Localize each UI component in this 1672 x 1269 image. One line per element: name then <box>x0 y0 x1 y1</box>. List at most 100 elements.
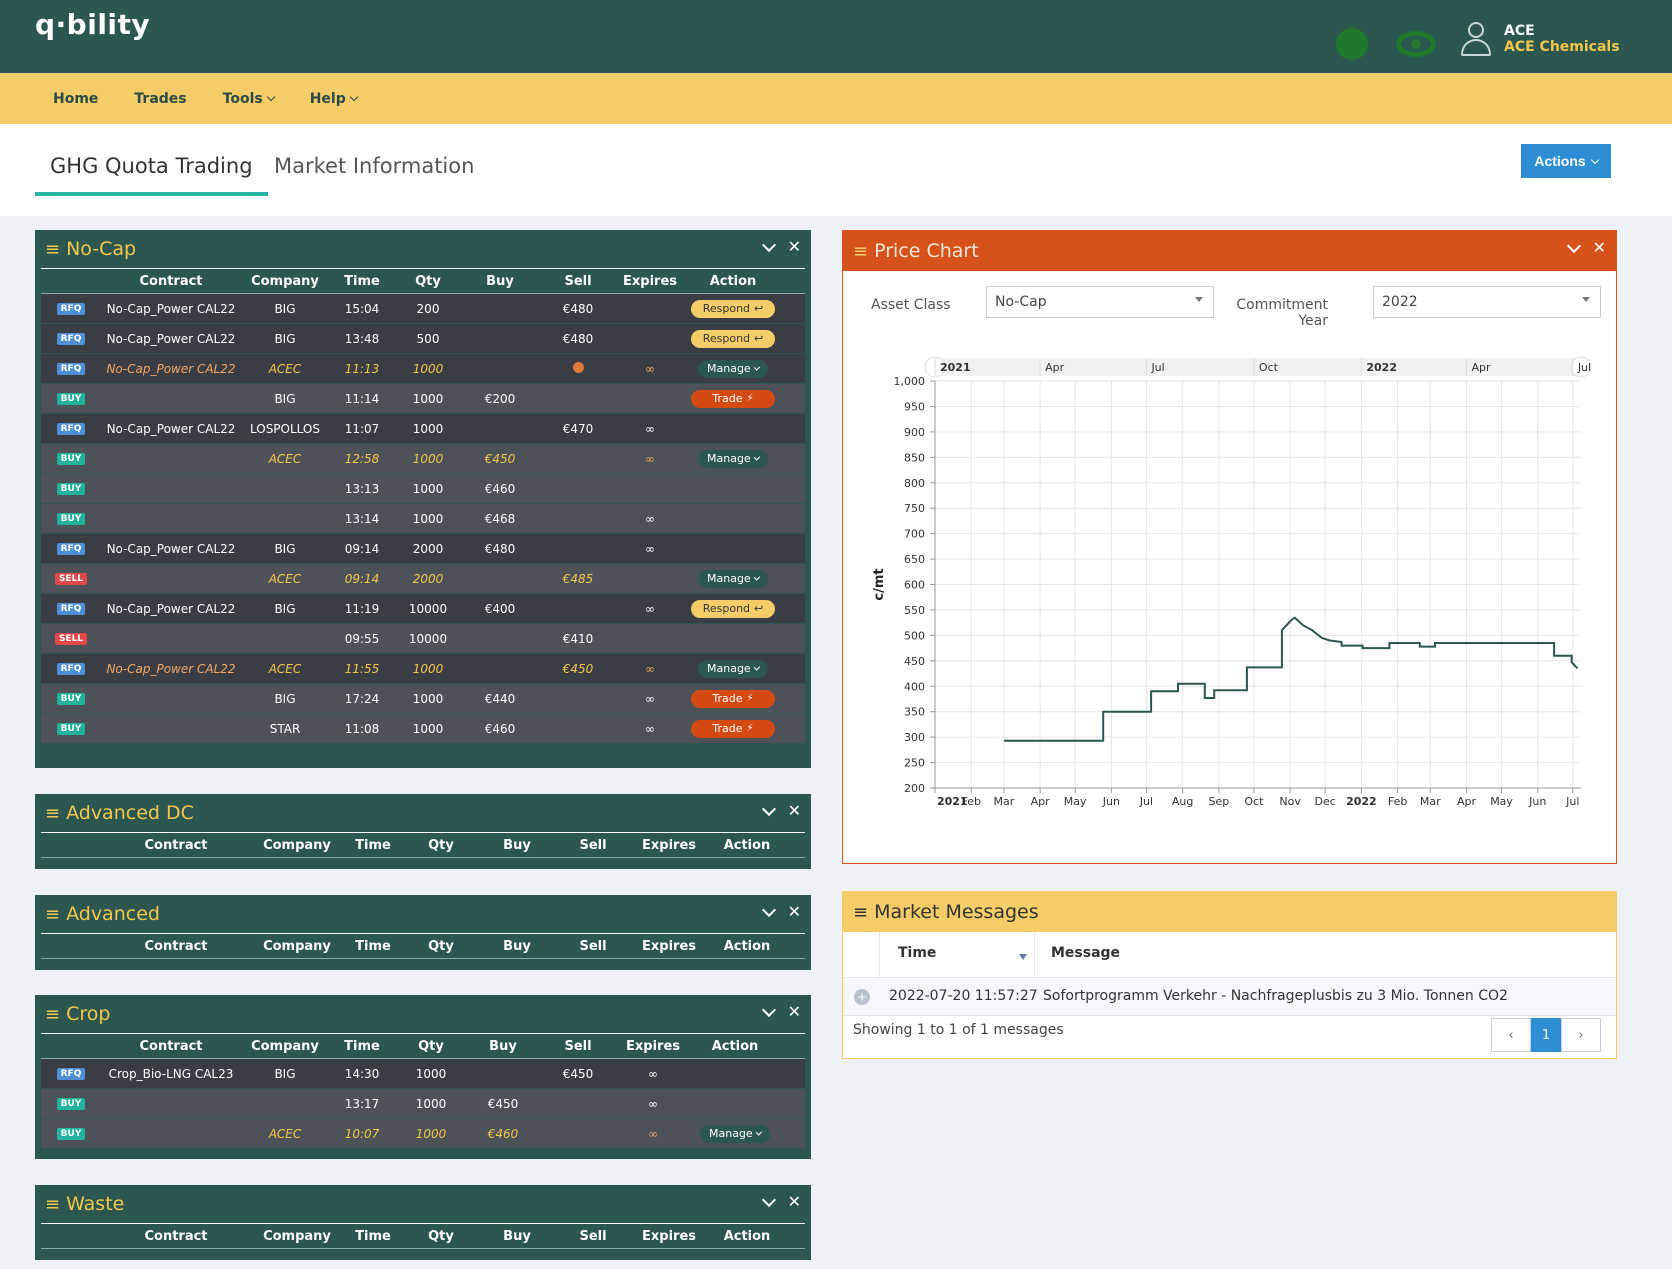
page-1-button[interactable]: 1 <box>1531 1018 1561 1052</box>
respond-button[interactable]: Respond ↩ <box>691 329 775 348</box>
collapse-chevron-icon[interactable] <box>761 237 776 252</box>
close-icon[interactable]: ✕ <box>1593 240 1606 256</box>
drag-handle-icon[interactable]: ≡ <box>45 1004 60 1025</box>
x-tick-label: 2022 <box>1346 795 1377 808</box>
user-company: ACE Chemicals <box>1504 39 1620 55</box>
drag-handle-icon[interactable]: ≡ <box>45 239 60 260</box>
col-time-header[interactable]: Time <box>898 945 936 961</box>
time-cell: 11:13 <box>344 361 380 376</box>
nav-help[interactable]: Help <box>310 91 358 107</box>
manage-button[interactable]: Manage <box>700 1124 770 1143</box>
manage-button[interactable]: Manage <box>698 659 768 678</box>
user-menu[interactable]: ACE ACE Chemicals <box>1460 22 1620 56</box>
table-row[interactable]: SELL ACEC 09:14 2000 €485 Manage <box>41 564 805 594</box>
contract-cell: No-Cap_Power CAL22 <box>106 661 236 676</box>
grid-body: RFQ Crop_Bio-LNG CAL23 BIG 14:30 1000 €450 ∞ BU… <box>35 1059 811 1149</box>
table-row[interactable]: RFQ No-Cap_Power CAL22 BIG 15:04 200 €480 Resp… <box>41 294 805 324</box>
visibility-eye-icon[interactable] <box>1396 31 1436 57</box>
drag-handle-icon[interactable]: ≡ <box>45 1194 60 1215</box>
trade-button[interactable]: Trade ⚡ <box>691 719 775 738</box>
trade-button[interactable]: Trade ⚡ <box>691 689 775 708</box>
trade-button[interactable]: Trade ⚡ <box>691 389 775 408</box>
drag-handle-icon[interactable]: ≡ <box>45 904 60 925</box>
close-icon[interactable]: ✕ <box>788 239 801 255</box>
price-series-line[interactable] <box>1003 616 1579 742</box>
table-row[interactable]: RFQ Crop_Bio-LNG CAL23 BIG 14:30 1000 €450 ∞ <box>41 1059 805 1089</box>
x-tick-label: Nov <box>1279 795 1301 808</box>
col-qty-header: Qty <box>428 837 454 853</box>
table-row[interactable]: RFQ No-Cap_Power CAL22 ACEC 11:13 1000 ∞ Manag… <box>41 354 805 384</box>
tab-market-information[interactable]: Market Information <box>274 154 474 192</box>
chevron-down-icon <box>753 573 761 581</box>
order-type-badge: BUY <box>56 512 86 525</box>
manage-button[interactable]: Manage <box>698 569 768 588</box>
table-row[interactable]: BUY ACEC 10:07 1000 €460 ∞ Manage <box>41 1119 805 1149</box>
table-row[interactable]: BUY 13:17 1000 €450 ∞ <box>41 1089 805 1119</box>
manage-button[interactable]: Manage <box>698 449 768 468</box>
collapse-chevron-icon[interactable] <box>761 1192 776 1207</box>
table-row[interactable]: RFQ No-Cap_Power CAL22 BIG 11:19 10000 €400 ∞ R… <box>41 594 805 624</box>
qty-cell: 1000 <box>412 451 444 466</box>
col-buy-header: Buy <box>486 273 514 289</box>
next-page-button[interactable]: › <box>1561 1018 1601 1052</box>
table-row[interactable]: RFQ No-Cap_Power CAL22 LOSPOLLOS 11:07 1000 €… <box>41 414 805 444</box>
prev-page-button[interactable]: ‹ <box>1491 1018 1531 1052</box>
table-row[interactable]: BUY 13:14 1000 €468 ∞ <box>41 504 805 534</box>
table-row[interactable]: BUY 13:13 1000 €460 <box>41 474 805 504</box>
close-icon[interactable]: ✕ <box>788 803 801 819</box>
drag-handle-icon[interactable]: ≡ <box>853 902 868 923</box>
expand-plus-icon[interactable]: + <box>854 989 870 1005</box>
respond-button[interactable]: Respond ↩ <box>691 599 775 618</box>
chevron-down-icon <box>753 453 761 461</box>
collapse-chevron-icon[interactable] <box>1566 238 1581 253</box>
table-row[interactable]: RFQ No-Cap_Power CAL22 BIG 09:14 2000 €480 ∞ <box>41 534 805 564</box>
table-row[interactable]: RFQ No-Cap_Power CAL22 ACEC 11:55 1000 €450 ∞ M… <box>41 654 805 684</box>
message-row[interactable]: + 2022-07-20 11:57:27 Sofortprogramm Ver… <box>843 977 1616 1016</box>
message-time: 2022-07-20 11:57:27 <box>889 988 1038 1004</box>
user-avatar-icon <box>1460 22 1492 56</box>
contract-cell: No-Cap_Power CAL22 <box>106 361 236 376</box>
table-row[interactable]: BUY STAR 11:08 1000 €460 ∞ Trade ⚡ <box>41 714 805 744</box>
buy-cell: €200 <box>484 391 516 406</box>
table-row[interactable]: BUY ACEC 12:58 1000 €450 ∞ Manage <box>41 444 805 474</box>
panel-title: Advanced DC <box>66 802 194 824</box>
nav-trades[interactable]: Trades <box>134 91 186 107</box>
collapse-chevron-icon[interactable] <box>761 1002 776 1017</box>
actions-button[interactable]: Actions <box>1521 144 1611 178</box>
table-row[interactable]: RFQ No-Cap_Power CAL22 BIG 13:48 500 €480 Resp… <box>41 324 805 354</box>
price-chart-svg[interactable]: 2021 Apr Jul Oct 2022 Apr Jul2021Feb Mar Apr May J… <box>843 356 1616 856</box>
asset-class-select[interactable]: No-Cap <box>986 286 1214 318</box>
collapse-chevron-icon[interactable] <box>761 801 776 816</box>
order-type-badge: BUY <box>56 482 86 495</box>
table-row[interactable]: SELL 09:55 10000 €410 <box>41 624 805 654</box>
type-cell: BUY <box>41 452 101 466</box>
collapse-chevron-icon[interactable] <box>761 902 776 917</box>
drag-handle-icon[interactable]: ≡ <box>853 241 868 262</box>
col-buy-header: Buy <box>503 1228 531 1244</box>
close-icon[interactable]: ✕ <box>788 1194 801 1210</box>
close-icon[interactable]: ✕ <box>788 1004 801 1020</box>
drag-handle-icon[interactable]: ≡ <box>45 803 60 824</box>
nav-tools[interactable]: Tools <box>223 91 275 107</box>
type-cell: BUY <box>41 692 101 706</box>
buy-cell: €450 <box>484 451 516 466</box>
message-text: Sofortprogramm Verkehr - Nachfrageplusbi… <box>1043 988 1508 1004</box>
buy-cell: €468 <box>484 511 516 526</box>
respond-button[interactable]: Respond ↩ <box>691 299 775 318</box>
col-time-header: Time <box>355 938 391 954</box>
close-icon[interactable]: ✕ <box>788 904 801 920</box>
col-time-header: Time <box>344 273 380 289</box>
col-action-header: Action <box>723 1228 771 1244</box>
commitment-year-select[interactable]: 2022 <box>1373 286 1601 318</box>
manage-button[interactable]: Manage <box>698 359 768 378</box>
buy-cell: €400 <box>484 601 516 616</box>
col-qty-header: Qty <box>428 938 454 954</box>
table-row[interactable]: BUY BIG 11:14 1000 €200 Trade ⚡ <box>41 384 805 414</box>
logo[interactable]: q·bility <box>35 8 150 41</box>
tab-ghg-quota-trading[interactable]: GHG Quota Trading <box>35 154 268 196</box>
sort-desc-icon[interactable] <box>1019 954 1027 960</box>
time-cell: 09:55 <box>344 631 380 646</box>
company-cell: ACEC <box>268 451 302 466</box>
table-row[interactable]: BUY BIG 17:24 1000 €440 ∞ Trade ⚡ <box>41 684 805 714</box>
nav-home[interactable]: Home <box>53 91 98 107</box>
